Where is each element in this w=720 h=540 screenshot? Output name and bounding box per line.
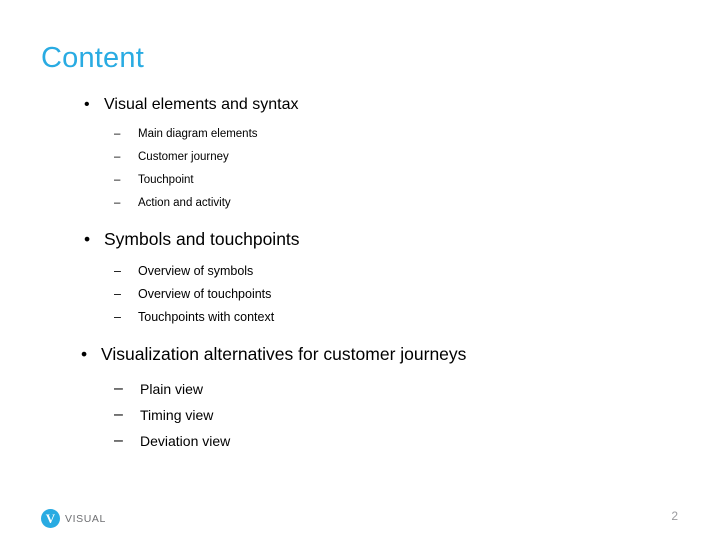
content-outline: • Visual elements and syntax – Main diag… xyxy=(0,92,720,454)
logo-letter: V xyxy=(45,511,56,526)
dash-icon: – xyxy=(114,151,121,163)
section-heading-1-label: Visual elements and syntax xyxy=(104,96,299,113)
list-item-label: Touchpoint xyxy=(138,174,194,186)
bullet-dot-icon: • xyxy=(84,229,91,249)
section-heading-3[interactable]: • Visualization alternatives for custome… xyxy=(0,338,720,371)
list-item-label: Main diagram elements xyxy=(138,128,258,140)
list-item-label: Timing view xyxy=(140,407,214,423)
list-item[interactable]: – Overview of symbols xyxy=(0,260,720,283)
bullet-dot-icon: • xyxy=(84,96,90,113)
list-item-label: Deviation view xyxy=(140,433,231,449)
list-item-label: Customer journey xyxy=(138,151,229,163)
dash-icon: – xyxy=(114,380,123,397)
dash-icon: – xyxy=(114,310,121,324)
list-item[interactable]: – Main diagram elements xyxy=(0,123,720,146)
slide-canvas: Content • Visual elements and syntax – M… xyxy=(0,0,720,540)
visual-logo-icon: V xyxy=(41,509,60,528)
list-item[interactable]: – Touchpoint xyxy=(0,169,720,192)
list-item-label: Plain view xyxy=(140,381,204,397)
dash-icon: – xyxy=(114,432,123,449)
section-heading-2[interactable]: • Symbols and touchpoints xyxy=(0,224,720,255)
list-item[interactable]: – Timing view xyxy=(0,402,720,428)
dash-icon: – xyxy=(114,197,121,209)
section-heading-1[interactable]: • Visual elements and syntax xyxy=(0,92,720,118)
page-title: Content xyxy=(41,42,144,74)
dash-icon: – xyxy=(114,174,121,186)
list-item[interactable]: – Deviation view xyxy=(0,428,720,454)
page-number: 2 xyxy=(671,509,678,523)
list-item-label: Overview of touchpoints xyxy=(138,287,272,301)
list-item[interactable]: – Customer journey xyxy=(0,146,720,169)
dash-icon: – xyxy=(114,264,121,278)
section-heading-3-label: Visualization alternatives for customer … xyxy=(101,344,467,364)
dash-icon: – xyxy=(114,406,123,423)
list-item[interactable]: – Overview of touchpoints xyxy=(0,283,720,306)
list-item-label: Overview of symbols xyxy=(138,264,254,278)
brand-logo: V VISUAL xyxy=(41,509,106,528)
list-item[interactable]: – Plain view xyxy=(0,376,720,402)
bullet-dot-icon: • xyxy=(81,344,88,364)
dash-icon: – xyxy=(114,128,121,140)
list-item[interactable]: – Action and activity xyxy=(0,192,720,215)
logo-wordmark: VISUAL xyxy=(65,512,106,525)
list-item[interactable]: – Touchpoints with context xyxy=(0,306,720,329)
list-item-label: Action and activity xyxy=(138,197,231,209)
section-heading-2-label: Symbols and touchpoints xyxy=(104,229,300,249)
outline-section-1: • Visual elements and syntax – Main diag… xyxy=(0,92,720,215)
outline-section-3: • Visualization alternatives for custome… xyxy=(0,338,720,454)
outline-section-2: • Symbols and touchpoints – Overview of … xyxy=(0,224,720,329)
list-item-label: Touchpoints with context xyxy=(138,310,275,324)
dash-icon: – xyxy=(114,287,121,301)
